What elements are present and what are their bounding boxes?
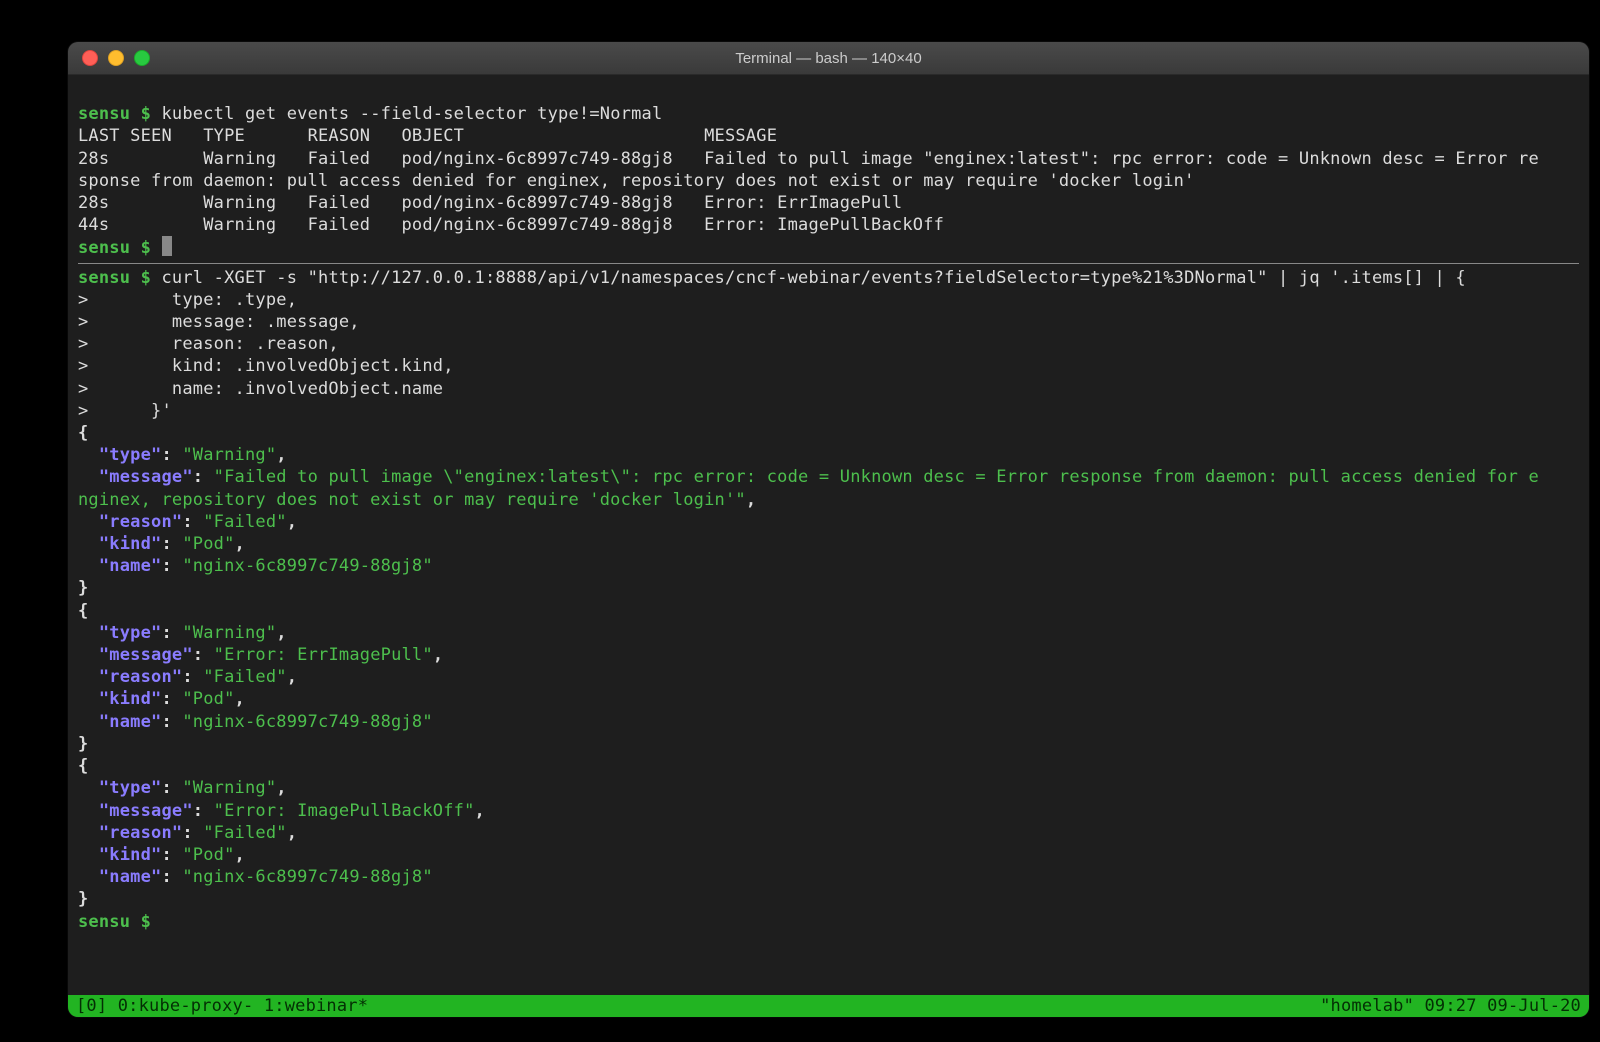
table-row: sponse from daemon: pull access denied f… <box>78 171 1195 191</box>
prompt: sensu <box>78 238 130 258</box>
json-value: "Pod" <box>182 845 234 865</box>
json-value: "nginx-6c8997c749-88gj8" <box>182 712 432 732</box>
json-brace: } <box>78 889 88 909</box>
json-colon: : <box>161 445 182 465</box>
json-value: "nginx-6c8997c749-88gj8" <box>182 556 432 576</box>
json-key: "kind" <box>99 845 162 865</box>
command-continuation: > reason: .reason, <box>78 334 339 354</box>
json-value: "Warning" <box>182 445 276 465</box>
json-brace: { <box>78 423 88 443</box>
prompt-dollar: $ <box>141 268 151 288</box>
prompt: sensu <box>78 912 130 932</box>
json-colon: : <box>193 801 214 821</box>
table-header: LAST SEEN TYPE REASON OBJECT MESSAGE <box>78 126 777 146</box>
table-row: 28s Warning Failed pod/nginx-6c8997c749-… <box>78 193 902 213</box>
json-value: "Pod" <box>182 534 234 554</box>
json-comma: , <box>276 445 286 465</box>
table-row: 28s Warning Failed pod/nginx-6c8997c749-… <box>78 149 1539 169</box>
json-brace: { <box>78 756 88 776</box>
terminal-window: Terminal — bash — 140×40 sensu $ kubectl… <box>68 42 1589 1017</box>
json-key: "reason" <box>99 823 182 843</box>
json-key: "reason" <box>99 667 182 687</box>
json-value: "Failed" <box>203 512 286 532</box>
json-colon: : <box>161 534 182 554</box>
json-key: "reason" <box>99 512 182 532</box>
json-value: "Failed" <box>203 667 286 687</box>
json-colon: : <box>193 645 214 665</box>
terminal-body[interactable]: sensu $ kubectl get events --field-selec… <box>68 75 1589 1017</box>
json-value: nginex, repository does not exist or may… <box>78 490 746 510</box>
tmux-status-bar: [0] 0:kube-proxy- 1:webinar* "homelab" 0… <box>68 995 1589 1017</box>
json-value: "Warning" <box>182 623 276 643</box>
json-colon: : <box>182 823 203 843</box>
json-colon: : <box>182 512 203 532</box>
json-value: "Warning" <box>182 778 276 798</box>
command-continuation: > message: .message, <box>78 312 360 332</box>
json-key: "message" <box>99 645 193 665</box>
json-colon: : <box>161 867 182 887</box>
json-comma: , <box>475 801 485 821</box>
json-comma: , <box>276 623 286 643</box>
titlebar: Terminal — bash — 140×40 <box>68 42 1589 75</box>
json-key: "type" <box>99 778 162 798</box>
json-key: "name" <box>99 867 162 887</box>
command-line: kubectl get events --field-selector type… <box>162 104 663 124</box>
command-continuation: > type: .type, <box>78 290 297 310</box>
json-colon: : <box>182 667 203 687</box>
json-comma: , <box>276 778 286 798</box>
json-comma: , <box>235 845 245 865</box>
window-title: Terminal — bash — 140×40 <box>68 50 1589 67</box>
json-key: "type" <box>99 445 162 465</box>
json-value: "Error: ImagePullBackOff" <box>214 801 475 821</box>
prompt-dollar: $ <box>141 104 151 124</box>
json-brace: } <box>78 734 88 754</box>
cursor <box>162 236 172 256</box>
json-comma: , <box>235 689 245 709</box>
command-continuation: > kind: .involvedObject.kind, <box>78 356 454 376</box>
command-continuation: > name: .involvedObject.name <box>78 379 443 399</box>
json-value: "Failed" <box>203 823 286 843</box>
tmux-status-right: "homelab" 09:27 09-Jul-20 <box>1320 995 1581 1017</box>
tmux-pane-divider <box>78 263 1579 264</box>
json-colon: : <box>161 623 182 643</box>
json-comma: , <box>287 667 297 687</box>
json-comma: , <box>287 512 297 532</box>
json-key: "message" <box>99 801 193 821</box>
json-key: "type" <box>99 623 162 643</box>
json-comma: , <box>433 645 443 665</box>
tmux-status-left: [0] 0:kube-proxy- 1:webinar* <box>76 995 368 1017</box>
minimize-button[interactable] <box>108 50 124 66</box>
json-key: "name" <box>99 712 162 732</box>
json-colon: : <box>161 556 182 576</box>
json-key: "kind" <box>99 534 162 554</box>
json-colon: : <box>161 845 182 865</box>
command-continuation: > }' <box>78 401 172 421</box>
prompt-dollar: $ <box>141 912 151 932</box>
prompt-dollar: $ <box>141 238 151 258</box>
json-value: "Error: ErrImagePull" <box>214 645 433 665</box>
json-value: "Failed to pull image \"enginex:latest\"… <box>214 467 1539 487</box>
json-key: "name" <box>99 556 162 576</box>
table-row: 44s Warning Failed pod/nginx-6c8997c749-… <box>78 215 944 235</box>
traffic-lights <box>68 50 150 66</box>
json-brace: { <box>78 601 88 621</box>
zoom-button[interactable] <box>134 50 150 66</box>
json-brace: } <box>78 578 88 598</box>
json-key: "kind" <box>99 689 162 709</box>
prompt: sensu <box>78 104 130 124</box>
json-comma: , <box>746 490 756 510</box>
json-comma: , <box>287 823 297 843</box>
json-comma: , <box>235 534 245 554</box>
prompt: sensu <box>78 268 130 288</box>
json-key: "message" <box>99 467 193 487</box>
json-value: "nginx-6c8997c749-88gj8" <box>182 867 432 887</box>
json-colon: : <box>161 689 182 709</box>
json-colon: : <box>161 778 182 798</box>
close-button[interactable] <box>82 50 98 66</box>
json-value: "Pod" <box>182 689 234 709</box>
json-colon: : <box>161 712 182 732</box>
json-colon: : <box>193 467 214 487</box>
command-line: curl -XGET -s "http://127.0.0.1:8888/api… <box>162 268 1466 288</box>
